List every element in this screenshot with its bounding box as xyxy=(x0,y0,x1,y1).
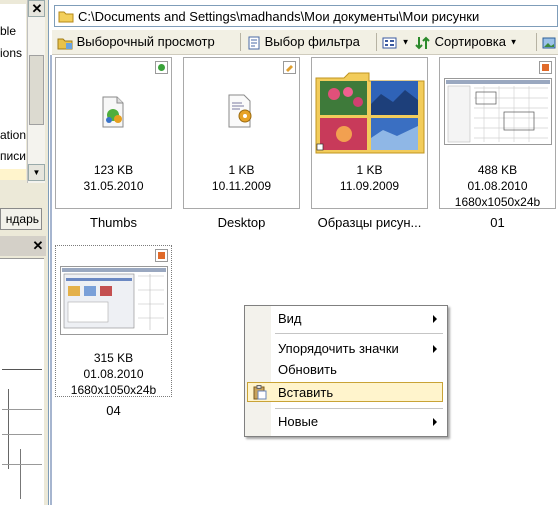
submenu-arrow-icon xyxy=(433,418,437,426)
file-name[interactable]: 04 xyxy=(55,403,172,418)
menu-item-label: Обновить xyxy=(278,362,337,377)
list-item[interactable]: ble xyxy=(0,24,16,38)
left-pane: ble ions ation писи ✕ ▼ ндарь ✕ xyxy=(0,0,49,506)
address-bar[interactable]: C:\Documents and Settings\madhands\Мои д… xyxy=(54,5,558,27)
file-date: 01.08.2010 xyxy=(83,367,144,381)
db-file-icon xyxy=(99,96,127,128)
file-size: 1 KB xyxy=(356,163,383,177)
preview-label: Выборочный просмотр xyxy=(76,34,215,49)
left-pane-titlebar: ✕ xyxy=(0,236,46,256)
view-mode-button[interactable]: ▼ xyxy=(382,33,410,51)
file-size: 1 KB xyxy=(228,163,255,177)
menu-item-view[interactable]: Вид xyxy=(247,309,443,329)
menu-item-paste[interactable]: Вставить xyxy=(247,382,443,402)
file-tile-01[interactable]: 488 KB 01.08.2010 1680x1050x24b xyxy=(439,57,556,209)
menu-item-new[interactable]: Новые xyxy=(247,412,443,432)
extra-tool-button[interactable] xyxy=(542,33,556,51)
address-path[interactable]: C:\Documents and Settings\madhands\Мои д… xyxy=(78,9,479,24)
toolbar-separator xyxy=(376,33,377,51)
tab-calendar[interactable]: ндарь xyxy=(0,208,42,230)
file-date: 10.11.2009 xyxy=(211,179,272,193)
chevron-down-icon: ▼ xyxy=(401,37,410,47)
file-name[interactable]: Desktop xyxy=(183,215,300,230)
image-tool-icon xyxy=(542,36,556,50)
file-name[interactable]: 01 xyxy=(439,215,556,230)
file-type-badge-icon xyxy=(155,61,168,74)
context-menu: Вид Упорядочить значки Обновить Вставить… xyxy=(244,305,448,437)
file-type-badge-icon xyxy=(539,61,552,74)
filter-button[interactable]: Выбор фильтра xyxy=(247,33,360,51)
toolbar-separator xyxy=(240,33,241,51)
sort-button[interactable]: Сортировка ▼ xyxy=(415,33,518,51)
filter-icon xyxy=(247,36,261,50)
toolbar: Выборочный просмотр Выбор фильтра ▼ Сорт… xyxy=(52,30,558,55)
file-tile-sample-pictures[interactable]: 1 KB 11.09.2009 xyxy=(311,57,428,209)
toolbar-separator xyxy=(536,33,537,51)
close-icon[interactable]: ✕ xyxy=(31,239,45,253)
view-mode-icon xyxy=(382,36,398,50)
file-name[interactable]: Образцы рисун... xyxy=(311,215,428,230)
scroll-down-button[interactable]: ▼ xyxy=(28,164,45,181)
menu-separator xyxy=(275,408,443,409)
file-dimensions: 1680x1050x24b xyxy=(454,195,541,209)
file-size: 488 KB xyxy=(477,163,518,177)
file-type-badge-icon xyxy=(283,61,296,74)
file-date: 01.08.2010 xyxy=(467,179,528,193)
folder-icon xyxy=(314,72,426,154)
menu-item-label: Вид xyxy=(278,311,302,326)
submenu-arrow-icon xyxy=(433,315,437,323)
filter-label: Выбор фильтра xyxy=(264,34,360,49)
paste-icon xyxy=(253,385,267,400)
close-icon[interactable]: ✕ xyxy=(30,2,44,16)
preview-image xyxy=(0,258,44,506)
menu-item-label: Упорядочить значки xyxy=(278,341,399,356)
file-tile-desktop[interactable]: 1 KB 10.11.2009 xyxy=(183,57,300,209)
file-tile-thumbs[interactable]: 123 KB 31.05.2010 xyxy=(55,57,172,209)
menu-item-label: Новые xyxy=(278,414,319,429)
menu-item-refresh[interactable]: Обновить xyxy=(247,360,443,380)
list-item-selected[interactable] xyxy=(0,169,26,180)
menu-separator xyxy=(275,333,443,334)
file-tile-04[interactable]: 315 KB 01.08.2010 1680x1050x24b xyxy=(55,245,172,397)
file-date: 31.05.2010 xyxy=(83,179,144,193)
ini-file-icon xyxy=(225,94,255,128)
file-name[interactable]: Thumbs xyxy=(55,215,172,230)
sort-icon xyxy=(415,36,431,50)
chevron-down-icon: ▼ xyxy=(509,37,518,47)
sort-label: Сортировка xyxy=(434,34,506,49)
folder-icon xyxy=(58,9,74,23)
file-type-badge-icon xyxy=(155,249,168,262)
list-item[interactable]: ation xyxy=(0,128,26,142)
left-pane-list[interactable]: ble ions ation писи xyxy=(0,4,26,180)
image-thumbnail xyxy=(444,78,552,146)
menu-item-arrange-icons[interactable]: Упорядочить значки xyxy=(247,339,443,359)
scroll-thumb[interactable] xyxy=(29,55,44,125)
file-dimensions: 1680x1050x24b xyxy=(70,383,157,397)
file-size: 123 KB xyxy=(93,163,134,177)
submenu-arrow-icon xyxy=(433,345,437,353)
list-item[interactable]: ions xyxy=(0,46,22,60)
preview-button[interactable]: Выборочный просмотр xyxy=(57,33,215,51)
folder-icon xyxy=(57,36,73,50)
file-date: 11.09.2009 xyxy=(339,179,400,193)
menu-item-label: Вставить xyxy=(278,385,334,400)
file-size: 315 KB xyxy=(93,351,134,365)
image-thumbnail xyxy=(60,266,168,336)
left-pane-scrollbar[interactable]: ✕ ▼ xyxy=(27,0,45,183)
list-item[interactable]: писи xyxy=(0,149,26,163)
